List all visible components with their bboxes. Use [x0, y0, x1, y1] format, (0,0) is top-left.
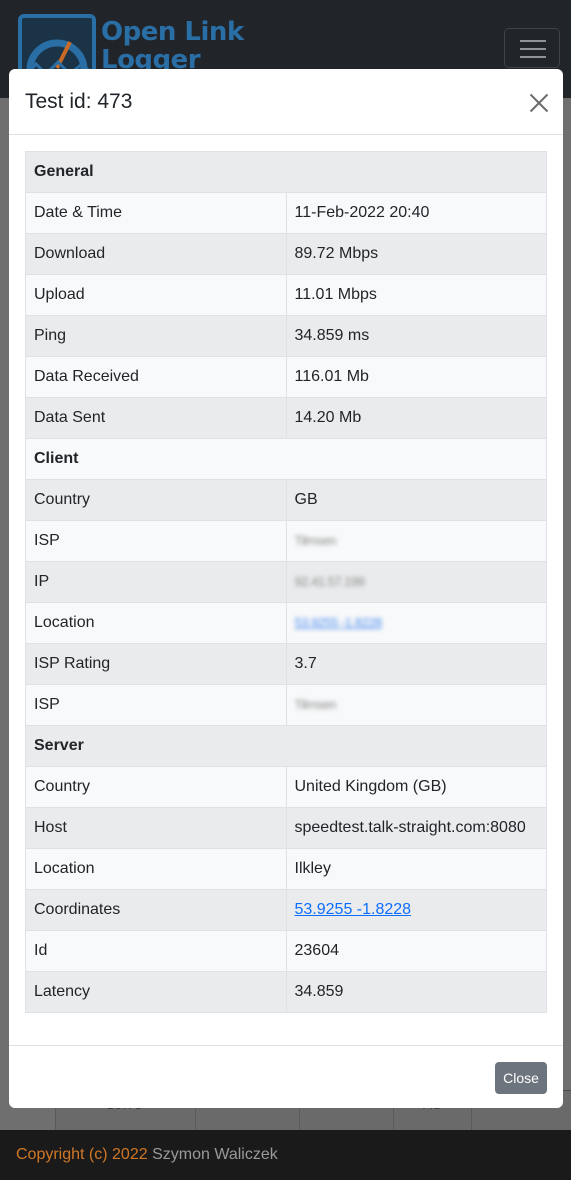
table-row: Data Received 116.01 Mb [25, 356, 547, 398]
modal-title: Test id: 473 [25, 90, 133, 113]
row-value: 116.01 Mb [285, 356, 547, 398]
row-value: 53.9255 -1.8228 [285, 889, 547, 931]
client-location-link[interactable]: 53.9255 -1.8228 [295, 615, 383, 630]
row-value: 34.859 ms [285, 315, 547, 357]
row-value: Tilmsen [285, 684, 547, 726]
row-label: Location [25, 602, 287, 644]
row-label: Coordinates [25, 889, 287, 931]
test-details-table: General Date & Time 11-Feb-2022 20:40 Do… [25, 151, 547, 1013]
table-row: Ping 34.859 ms [25, 315, 547, 357]
modal-header: Test id: 473 [9, 69, 563, 135]
table-row: ISP Tilmsen [25, 684, 547, 726]
modal-footer: Close [9, 1045, 563, 1108]
row-label: Location [25, 848, 287, 890]
section-header-row: Client [25, 438, 547, 480]
coordinates-link[interactable]: 53.9255 -1.8228 [295, 901, 412, 918]
table-row: Download 89.72 Mbps [25, 233, 547, 275]
row-label: Data Sent [25, 397, 287, 439]
table-row: Date & Time 11-Feb-2022 20:40 [25, 192, 547, 234]
row-value: 11.01 Mbps [285, 274, 547, 316]
table-row: Country GB [25, 479, 547, 521]
section-heading: General [25, 151, 547, 193]
table-row: Upload 11.01 Mbps [25, 274, 547, 316]
row-label: Host [25, 807, 287, 849]
row-value: 34.859 [285, 971, 547, 1013]
redacted-isp: Tilmsen [294, 533, 337, 548]
row-value: GB [285, 479, 547, 521]
row-value: 53.9255 -1.8228 [285, 602, 547, 644]
table-row: Location Ilkley [25, 848, 547, 890]
table-row: Location 53.9255 -1.8228 [25, 602, 547, 644]
row-label: Country [25, 479, 287, 521]
table-row: Latency 34.859 [25, 971, 547, 1013]
table-row: IP 92.41.57.199 [25, 561, 547, 603]
row-value: 92.41.57.199 [285, 561, 547, 603]
row-label: Data Received [25, 356, 287, 398]
table-row: Id 23604 [25, 930, 547, 972]
row-value: 11-Feb-2022 20:40 [285, 192, 547, 234]
footer-copyright: Copyright (c) 2022 [16, 1146, 148, 1163]
row-value: 3.7 [285, 643, 547, 685]
row-value: 89.72 Mbps [285, 233, 547, 275]
table-row: Coordinates 53.9255 -1.8228 [25, 889, 547, 931]
close-icon[interactable] [528, 92, 550, 114]
footer-author: Szymon Waliczek [152, 1146, 278, 1163]
row-label: ISP [25, 684, 287, 726]
brand-name[interactable]: Open Link Logger [101, 18, 251, 74]
close-button[interactable]: Close [495, 1062, 547, 1094]
redacted-ip: 92.41.57.199 [294, 574, 365, 589]
row-label: Date & Time [25, 192, 287, 234]
section-heading: Server [25, 725, 547, 767]
row-value: speedtest.talk-straight.com:8080 [285, 807, 547, 849]
row-label: ISP Rating [25, 643, 287, 685]
row-label: Upload [25, 274, 287, 316]
section-header-row: Server [25, 725, 547, 767]
row-value: Tilmsen [285, 520, 547, 562]
row-label: Country [25, 766, 287, 808]
row-label: Download [25, 233, 287, 275]
table-row: ISP Rating 3.7 [25, 643, 547, 685]
section-heading: Client [25, 438, 547, 480]
row-label: IP [25, 561, 287, 603]
row-label: Id [25, 930, 287, 972]
row-value: 14.20 Mb [285, 397, 547, 439]
row-label: Ping [25, 315, 287, 357]
row-label: ISP [25, 520, 287, 562]
redacted-isp: Tilmsen [294, 697, 337, 712]
table-row: ISP Tilmsen [25, 520, 547, 562]
page-footer: Copyright (c) 2022 Szymon Waliczek [0, 1130, 571, 1180]
hamburger-menu-icon[interactable] [504, 28, 560, 68]
table-row: Data Sent 14.20 Mb [25, 397, 547, 439]
row-value: United Kingdom (GB) [285, 766, 547, 808]
row-value: 23604 [285, 930, 547, 972]
section-header-row: General [25, 151, 547, 193]
table-row: Host speedtest.talk-straight.com:8080 [25, 807, 547, 849]
table-row: Country United Kingdom (GB) [25, 766, 547, 808]
row-label: Latency [25, 971, 287, 1013]
test-details-modal: Test id: 473 General Date & Time 11-Feb-… [9, 69, 563, 1108]
row-value: Ilkley [285, 848, 547, 890]
